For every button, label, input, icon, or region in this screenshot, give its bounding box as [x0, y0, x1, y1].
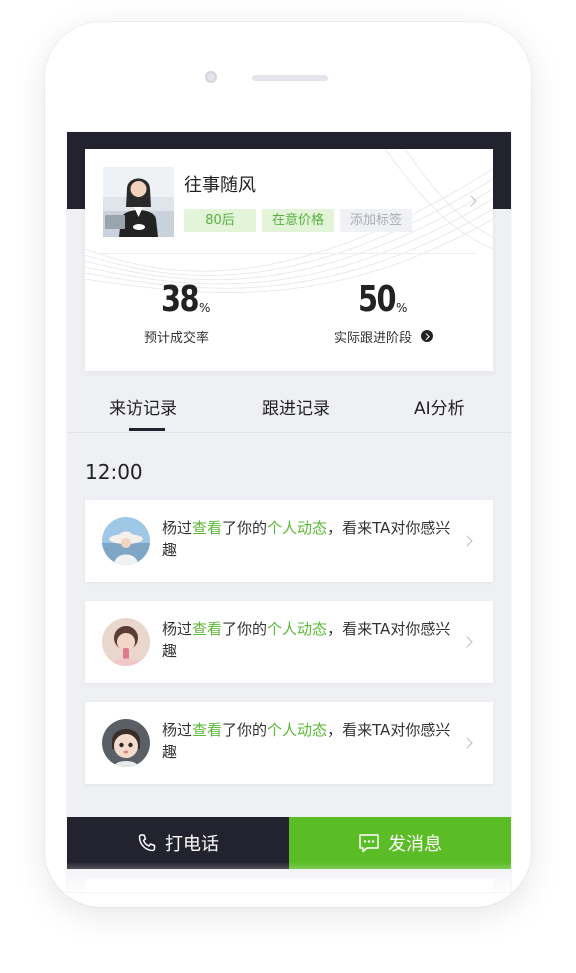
phone-frame: 往事随风 80后 在意价格 添加标签 38 % 预计成交率 50 % 实际跟进阶… [45, 22, 531, 907]
tab-divider [67, 432, 511, 433]
list-item[interactable]: 杨过查看了你的个人动态，看来TA对你感兴趣 [85, 500, 493, 582]
speaker-grille [252, 75, 328, 81]
chat-bubble-icon [359, 834, 379, 853]
add-tag-button[interactable]: 添加标签 [340, 209, 412, 232]
conversion-rate-label: 预计成交率 [144, 331, 210, 346]
bottom-fade [67, 862, 511, 892]
avatar-hat-icon [102, 517, 150, 565]
conversion-rate-unit: % [199, 301, 211, 315]
user-name: 往事随风 [184, 175, 256, 196]
phone-icon [138, 834, 156, 852]
chevron-right-icon [461, 636, 473, 648]
timeline-time: 12:00 [85, 460, 143, 484]
list-item[interactable]: 杨过查看了你的个人动态，看来TA对你感兴趣 [85, 601, 493, 683]
profile-card[interactable]: 往事随风 80后 在意价格 添加标签 38 % 预计成交率 50 % 实际跟进阶… [85, 149, 493, 371]
arrow-circle-icon[interactable] [421, 330, 433, 342]
avatar-girl-icon [102, 618, 150, 666]
chevron-right-icon [461, 535, 473, 547]
chevron-right-icon [461, 737, 473, 749]
conversion-rate-value: 38 [161, 279, 199, 320]
tag-price-sensitive[interactable]: 在意价格 [262, 209, 334, 232]
call-button-label: 打电话 [165, 834, 219, 855]
app-screen: 往事随风 80后 在意价格 添加标签 38 % 预计成交率 50 % 实际跟进阶… [67, 132, 511, 892]
camera-icon [205, 71, 217, 83]
active-tab-indicator [129, 428, 165, 431]
follow-stage-label[interactable]: 实际跟进阶段 [334, 327, 412, 346]
follow-stage-unit: % [396, 301, 408, 315]
tab-visit-records[interactable]: 来访记录 [109, 394, 177, 419]
message-button-label: 发消息 [388, 834, 442, 855]
record-text: 杨过查看了你的个人动态，看来TA对你感兴趣 [162, 519, 451, 559]
list-item[interactable]: 杨过查看了你的个人动态，看来TA对你感兴趣 [85, 702, 493, 784]
divider [99, 253, 477, 254]
tab-ai-analysis[interactable]: AI分析 [414, 394, 465, 419]
record-text: 杨过查看了你的个人动态，看来TA对你感兴趣 [162, 620, 451, 660]
record-text: 杨过查看了你的个人动态，看来TA对你感兴趣 [162, 721, 451, 761]
tab-bar: 来访记录 跟进记录 AI分析 [67, 372, 511, 432]
tab-follow-records[interactable]: 跟进记录 [262, 394, 330, 419]
profile-avatar [103, 167, 174, 237]
follow-stage-value: 50 [358, 279, 396, 320]
avatar-baby-icon [102, 719, 150, 767]
tag-age[interactable]: 80后 [184, 209, 256, 232]
